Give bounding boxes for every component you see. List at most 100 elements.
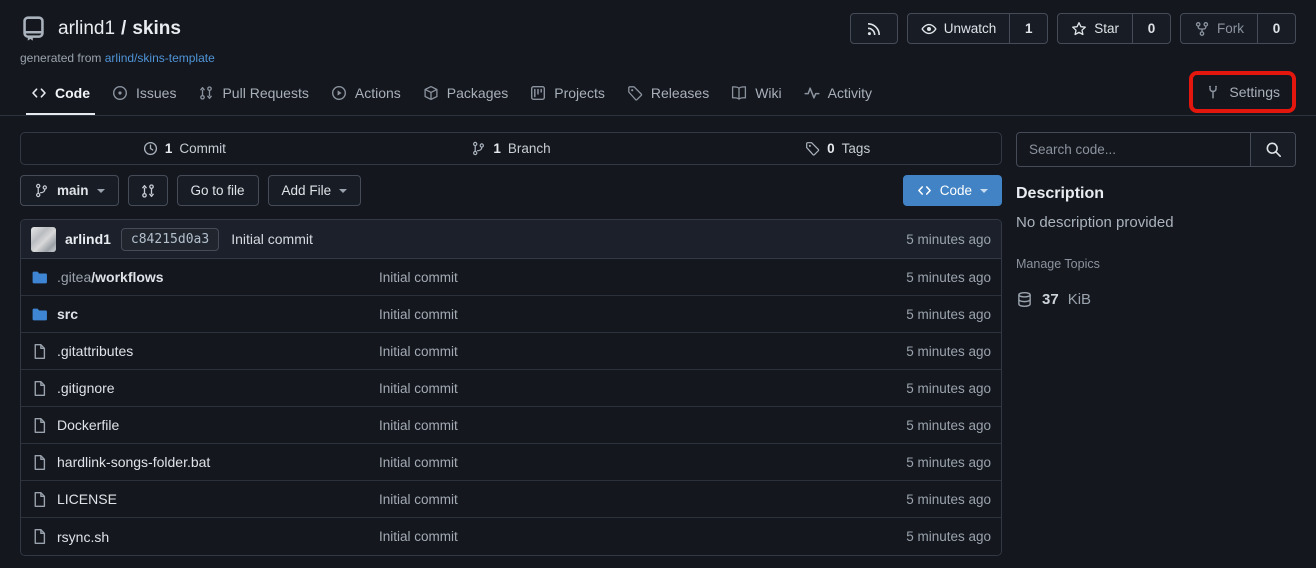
file-commit-message-link[interactable]: Initial commit <box>379 307 841 322</box>
file-commit-message-link[interactable]: Initial commit <box>379 344 841 359</box>
issue-icon <box>112 85 128 101</box>
commit-label: Commit <box>179 141 226 156</box>
file-commit-message-link[interactable]: Initial commit <box>379 529 841 544</box>
file-icon <box>31 417 48 434</box>
folder-icon <box>31 269 48 286</box>
tab-actions[interactable]: Actions <box>320 74 412 114</box>
package-icon <box>423 85 439 101</box>
tag-icon <box>805 141 820 156</box>
watchers-count[interactable]: 1 <box>1009 14 1047 43</box>
compare-button[interactable] <box>128 175 168 206</box>
manage-topics-link[interactable]: Manage Topics <box>1016 257 1296 271</box>
fork-button[interactable]: Fork <box>1181 14 1257 43</box>
commits-link[interactable]: 1 Commit <box>21 133 348 164</box>
stars-count[interactable]: 0 <box>1132 14 1170 43</box>
rss-button[interactable] <box>850 13 898 44</box>
tab-projects-label: Projects <box>554 85 605 101</box>
commit-author-link[interactable]: arlind1 <box>65 231 111 247</box>
file-commit-message-link[interactable]: Initial commit <box>379 418 841 433</box>
tab-activity[interactable]: Activity <box>793 74 883 114</box>
repo-name-link[interactable]: skins <box>132 18 181 40</box>
book-icon <box>731 85 747 101</box>
branches-link[interactable]: 1 Branch <box>348 133 675 164</box>
repo-owner-link[interactable]: arlind1 <box>58 18 115 40</box>
tab-settings[interactable]: Settings <box>1201 76 1284 108</box>
file-row: src Initial commit 5 minutes ago <box>21 296 1001 333</box>
unwatch-button[interactable]: Unwatch <box>908 14 1010 43</box>
avatar[interactable] <box>31 227 56 252</box>
tab-settings-label: Settings <box>1229 84 1280 100</box>
file-name-link[interactable]: rsync.sh <box>57 529 109 545</box>
project-icon <box>530 85 546 101</box>
tab-wiki[interactable]: Wiki <box>720 74 792 114</box>
file-commit-message-link[interactable]: Initial commit <box>379 270 841 285</box>
description-heading: Description <box>1016 185 1296 203</box>
description-text: No description provided <box>1016 214 1296 231</box>
file-name: Dockerfile <box>57 417 119 433</box>
add-file-dropdown[interactable]: Add File <box>268 175 362 206</box>
folder-icon <box>31 306 48 323</box>
file-name-link[interactable]: src <box>57 306 78 322</box>
code-search-group <box>1016 132 1296 167</box>
pulse-icon <box>804 85 820 101</box>
tab-activity-label: Activity <box>828 85 872 101</box>
unwatch-label: Unwatch <box>944 21 997 36</box>
commit-count: 1 <box>165 141 173 156</box>
star-button[interactable]: Star <box>1058 14 1132 43</box>
tags-link[interactable]: 0 Tags <box>674 133 1001 164</box>
tab-projects[interactable]: Projects <box>519 74 616 114</box>
file-table: arlind1 c84215d0a3 Initial commit 5 minu… <box>20 219 1002 556</box>
commit-sha-link[interactable]: c84215d0a3 <box>121 228 219 251</box>
search-button[interactable] <box>1250 133 1295 166</box>
repo-size: 37 KiB <box>1016 291 1296 308</box>
file-name-link[interactable]: Dockerfile <box>57 417 119 433</box>
template-repo-link[interactable]: arlind/skins-template <box>105 51 215 65</box>
file-name-link[interactable]: hardlink-songs-folder.bat <box>57 454 210 470</box>
repo-title: arlind1 / skins <box>58 18 181 40</box>
tab-issues[interactable]: Issues <box>101 74 187 114</box>
go-to-file-label: Go to file <box>191 183 245 198</box>
generated-from-line: generated from arlind/skins-template <box>20 51 1296 65</box>
file-name-link[interactable]: LICENSE <box>57 491 117 507</box>
forks-count[interactable]: 0 <box>1257 14 1295 43</box>
fork-label: Fork <box>1217 21 1244 36</box>
file-row: .gitea/workflows Initial commit 5 minute… <box>21 259 1001 296</box>
branch-icon <box>471 141 486 156</box>
file-name-link[interactable]: .gitignore <box>57 380 115 396</box>
branch-selector[interactable]: main <box>20 175 119 206</box>
commit-message-link[interactable]: Initial commit <box>231 231 313 247</box>
file-commit-message-link[interactable]: Initial commit <box>379 381 841 396</box>
rss-icon <box>866 21 882 37</box>
file-row: Dockerfile Initial commit 5 minutes ago <box>21 407 1001 444</box>
tab-code[interactable]: Code <box>20 74 101 114</box>
repo-summary-bar: 1 Commit 1 Branch 0 Tags <box>20 132 1002 165</box>
file-commit-time: 5 minutes ago <box>841 381 991 396</box>
file-icon <box>31 380 48 397</box>
tab-packages[interactable]: Packages <box>412 74 519 114</box>
add-file-label: Add File <box>282 183 332 198</box>
code-download-dropdown[interactable]: Code <box>903 175 1002 206</box>
file-name: /workflows <box>91 269 163 285</box>
file-commit-time: 5 minutes ago <box>841 418 991 433</box>
tab-releases[interactable]: Releases <box>616 74 720 114</box>
branch-count: 1 <box>493 141 501 156</box>
file-name: .gitattributes <box>57 343 133 359</box>
fork-button-group: Fork 0 <box>1180 13 1296 44</box>
repo-icon <box>20 15 47 42</box>
file-commit-message-link[interactable]: Initial commit <box>379 492 841 507</box>
tools-icon <box>1205 84 1221 100</box>
file-icon <box>31 343 48 360</box>
go-to-file-button[interactable]: Go to file <box>177 175 259 206</box>
repo-nav-tabs: Code Issues Pull Requests Actions Packag… <box>0 73 1316 116</box>
tab-pull-requests[interactable]: Pull Requests <box>187 74 319 114</box>
pull-request-icon <box>198 85 214 101</box>
database-icon <box>1016 291 1033 308</box>
search-icon <box>1265 141 1282 158</box>
file-name-link[interactable]: .gitea/workflows <box>57 269 164 285</box>
file-commit-message-link[interactable]: Initial commit <box>379 455 841 470</box>
file-name: LICENSE <box>57 491 117 507</box>
file-name: .gitignore <box>57 380 115 396</box>
file-row: rsync.sh Initial commit 5 minutes ago <box>21 518 1001 555</box>
search-input[interactable] <box>1017 133 1250 166</box>
file-name-link[interactable]: .gitattributes <box>57 343 133 359</box>
